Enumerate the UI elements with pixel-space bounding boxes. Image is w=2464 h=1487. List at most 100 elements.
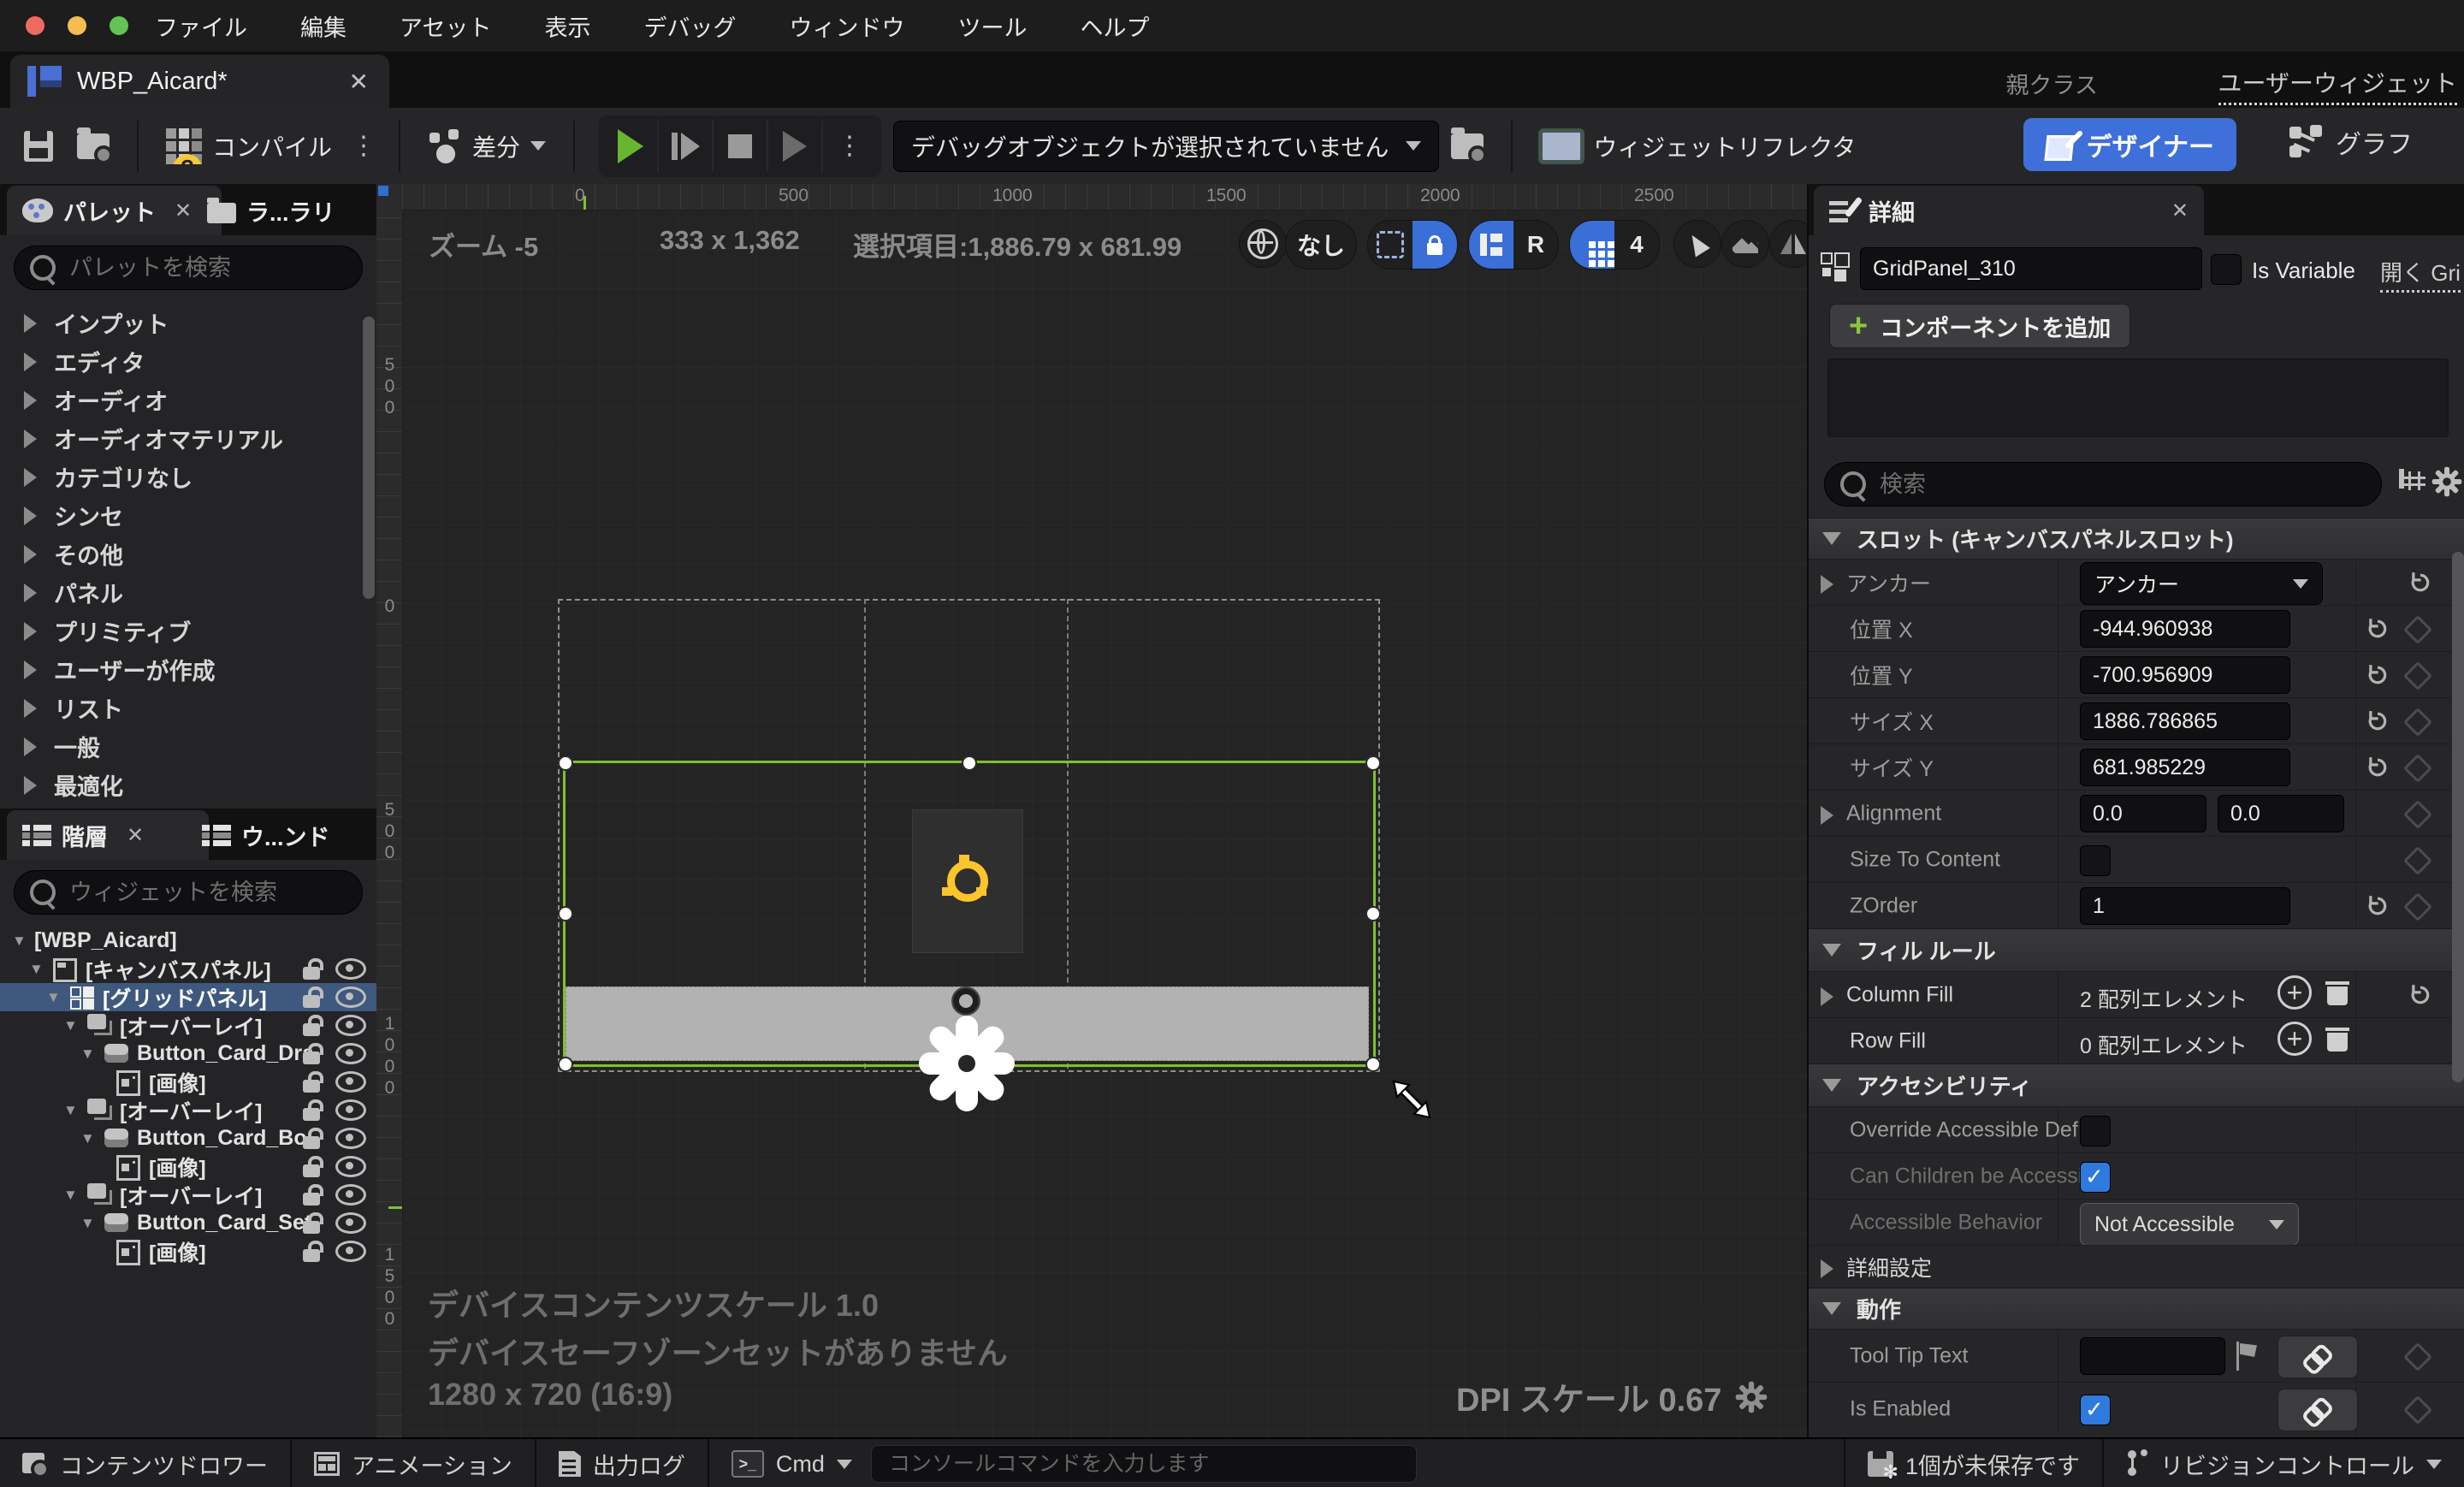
bind-diamond-icon[interactable] [2403, 615, 2432, 644]
unlock-icon[interactable] [303, 995, 320, 1008]
reset-to-default-icon[interactable] [2365, 662, 2390, 688]
card-image-widget[interactable] [912, 809, 1023, 953]
trash-icon[interactable] [2325, 1026, 2349, 1052]
section-accessibility[interactable]: アクセシビリティ [1809, 1063, 2464, 1106]
widget-tree-row[interactable]: ▼ [オーバーレイ] [0, 1011, 376, 1040]
palette-category-row[interactable]: カテゴリなし [0, 458, 361, 496]
widget-name-input[interactable] [1860, 247, 2202, 290]
can-children-checkbox[interactable] [2080, 1162, 2111, 1193]
widget-tree-row[interactable]: [画像] [0, 1152, 376, 1181]
expand-arrow-icon[interactable]: ▼ [46, 989, 68, 1006]
expand-arrow-icon[interactable] [24, 507, 37, 525]
visibility-eye-icon[interactable] [335, 1043, 366, 1064]
console-command-box[interactable] [871, 1445, 1417, 1483]
widget-tree-row[interactable]: ▼ Button_Card_Set [0, 1209, 376, 1237]
widget-tree-row[interactable]: ▼ [オーバーレイ] [0, 1181, 376, 1209]
expand-arrow-icon[interactable] [24, 584, 37, 602]
localization-preview-button[interactable] [1239, 220, 1287, 268]
details-search-input[interactable] [1878, 471, 2366, 499]
dpi-scale-control[interactable]: DPI スケール 0.67 [1456, 1373, 1768, 1420]
revision-control-button[interactable]: リビジョンコントロール [2104, 1439, 2464, 1487]
expand-arrow-icon[interactable]: ▼ [63, 1017, 86, 1034]
bind-diamond-icon[interactable] [2403, 1342, 2432, 1371]
unlock-icon[interactable] [303, 1193, 320, 1206]
expand-arrow-icon[interactable] [1821, 575, 1833, 594]
unlock-icon[interactable] [303, 1052, 320, 1064]
table-view-icon[interactable] [2399, 469, 2404, 489]
menu-edit[interactable]: 編集 [274, 9, 373, 43]
designer-mode-button[interactable]: デザイナー [2023, 118, 2236, 171]
unlock-icon[interactable] [303, 1023, 320, 1036]
expand-arrow-icon[interactable]: ▼ [29, 961, 51, 978]
tab-library[interactable]: ラ...ラリ [207, 186, 335, 235]
widget-tree-row[interactable]: ▼ [グリッドパネル] [0, 983, 376, 1011]
grid-snap-toggle[interactable]: 4 [1569, 220, 1660, 270]
expand-arrow-icon[interactable]: ▼ [12, 933, 34, 950]
alignment-x-input[interactable] [2080, 795, 2206, 832]
zoom-window-button[interactable] [110, 16, 128, 35]
content-drawer-button[interactable]: コンテンツドロワー [0, 1439, 290, 1487]
hierarchy-tab-close-icon[interactable]: ✕ [127, 823, 144, 848]
reset-to-default-icon[interactable] [2408, 982, 2433, 1008]
widget-tree-row[interactable]: ▼ [オーバーレイ] [0, 1096, 376, 1124]
culture-button[interactable]: なし [1285, 220, 1357, 270]
expand-arrow-icon[interactable]: ▼ [80, 1046, 103, 1063]
expand-arrow-icon[interactable]: ▼ [63, 1187, 86, 1204]
expand-arrow-icon[interactable] [24, 352, 37, 371]
section-fill-rules[interactable]: フィル ルール [1809, 928, 2464, 971]
cmd-dropdown[interactable]: >_ Cmd [709, 1439, 859, 1487]
graph-mode-button[interactable]: グラフ [2289, 123, 2413, 161]
output-log-button[interactable]: 出力ログ [536, 1439, 708, 1487]
unlock-icon[interactable] [303, 967, 320, 980]
menu-window[interactable]: ウィンドウ [762, 9, 931, 43]
position-y-input[interactable] [2080, 656, 2290, 694]
parent-class-link[interactable]: ユーザーウィジェット [2218, 65, 2457, 105]
lock-selection-toggle[interactable] [1367, 220, 1458, 270]
expand-arrow-icon[interactable] [24, 699, 37, 718]
size-y-input[interactable] [2080, 749, 2290, 786]
palette-scrollbar[interactable] [363, 317, 375, 599]
widget-tree-row[interactable]: ▼ [WBP_Aicard] [0, 927, 376, 955]
visibility-eye-icon[interactable] [335, 1128, 366, 1149]
unlock-icon[interactable] [303, 1164, 320, 1177]
bind-diamond-icon[interactable] [2403, 754, 2432, 783]
reset-to-default-icon[interactable] [2365, 755, 2390, 780]
visibility-eye-icon[interactable] [335, 1156, 366, 1177]
expand-arrow-icon[interactable] [24, 391, 37, 410]
widget-tree-row[interactable]: [画像] [0, 1068, 376, 1096]
frame-skip-button[interactable] [659, 121, 714, 172]
expand-arrow-icon[interactable] [24, 430, 37, 448]
widget-tree-row[interactable]: ▼ Button_Card_Dra [0, 1040, 376, 1068]
details-scrollbar[interactable] [2452, 552, 2464, 1082]
is-enabled-checkbox[interactable] [2080, 1395, 2111, 1425]
browse-asset-button[interactable] [65, 133, 121, 159]
unlock-icon[interactable] [303, 1080, 320, 1093]
tab-hierarchy[interactable]: 階層 ✕ [7, 810, 209, 860]
size-to-content-checkbox[interactable] [2080, 845, 2111, 876]
row-advanced[interactable]: 詳細設定 [1809, 1245, 2464, 1289]
palette-category-row[interactable]: パネル [0, 573, 361, 612]
resize-handle[interactable] [558, 1057, 573, 1072]
stop-button[interactable] [714, 121, 768, 172]
resize-handle[interactable] [558, 906, 573, 921]
expand-arrow-icon[interactable] [24, 468, 37, 487]
expand-arrow-icon[interactable] [24, 622, 37, 641]
gear-icon[interactable] [1735, 1381, 1768, 1413]
expand-arrow-icon[interactable]: ▼ [80, 1215, 103, 1232]
hierarchy-search-input[interactable] [68, 879, 346, 907]
palette-category-row[interactable]: リスト [0, 689, 361, 727]
reset-to-default-icon[interactable] [2408, 570, 2433, 595]
palette-category-row[interactable]: プリミティブ [0, 612, 361, 650]
bind-diamond-icon[interactable] [2403, 1395, 2432, 1425]
menu-view[interactable]: 表示 [518, 9, 617, 43]
bind-diamond-icon[interactable] [2403, 892, 2432, 921]
visibility-eye-icon[interactable] [335, 1241, 366, 1262]
outline-mode-toggle[interactable]: R [1468, 220, 1559, 270]
add-component-button[interactable]: + コンポーネントを追加 [1829, 304, 2130, 348]
asset-tab-close-icon[interactable]: ✕ [349, 68, 369, 96]
close-window-button[interactable] [26, 16, 44, 35]
tab-details[interactable]: 詳細 ✕ [1814, 186, 2204, 235]
eject-button[interactable] [768, 121, 823, 172]
resize-handle[interactable] [558, 755, 573, 771]
select-cursor-button[interactable] [1673, 220, 1721, 268]
